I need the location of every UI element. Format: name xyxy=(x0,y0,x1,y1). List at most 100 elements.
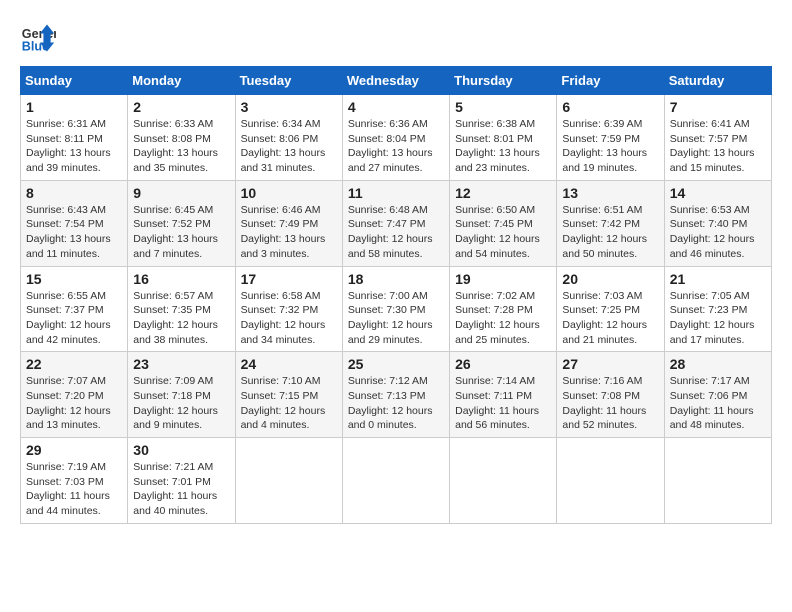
calendar-cell: 25 Sunrise: 7:12 AMSunset: 7:13 PMDaylig… xyxy=(342,352,449,438)
day-info: Sunrise: 6:51 AMSunset: 7:42 PMDaylight:… xyxy=(562,204,647,260)
calendar-cell: 17 Sunrise: 6:58 AMSunset: 7:32 PMDaylig… xyxy=(235,266,342,352)
calendar-cell xyxy=(557,438,664,524)
day-number: 23 xyxy=(133,356,229,372)
day-info: Sunrise: 6:57 AMSunset: 7:35 PMDaylight:… xyxy=(133,290,218,346)
calendar-cell: 29 Sunrise: 7:19 AMSunset: 7:03 PMDaylig… xyxy=(21,438,128,524)
week-row: 1 Sunrise: 6:31 AMSunset: 8:11 PMDayligh… xyxy=(21,95,772,181)
calendar-table: SundayMondayTuesdayWednesdayThursdayFrid… xyxy=(20,66,772,524)
calendar-cell: 11 Sunrise: 6:48 AMSunset: 7:47 PMDaylig… xyxy=(342,180,449,266)
day-info: Sunrise: 6:45 AMSunset: 7:52 PMDaylight:… xyxy=(133,204,218,260)
calendar-cell: 4 Sunrise: 6:36 AMSunset: 8:04 PMDayligh… xyxy=(342,95,449,181)
day-info: Sunrise: 6:50 AMSunset: 7:45 PMDaylight:… xyxy=(455,204,540,260)
day-info: Sunrise: 6:43 AMSunset: 7:54 PMDaylight:… xyxy=(26,204,111,260)
calendar-cell: 13 Sunrise: 6:51 AMSunset: 7:42 PMDaylig… xyxy=(557,180,664,266)
calendar-cell: 16 Sunrise: 6:57 AMSunset: 7:35 PMDaylig… xyxy=(128,266,235,352)
calendar-cell: 7 Sunrise: 6:41 AMSunset: 7:57 PMDayligh… xyxy=(664,95,771,181)
day-info: Sunrise: 7:00 AMSunset: 7:30 PMDaylight:… xyxy=(348,290,433,346)
calendar-cell: 2 Sunrise: 6:33 AMSunset: 8:08 PMDayligh… xyxy=(128,95,235,181)
day-number: 14 xyxy=(670,185,766,201)
day-info: Sunrise: 6:41 AMSunset: 7:57 PMDaylight:… xyxy=(670,118,755,174)
logo-icon: General Blue xyxy=(20,20,56,56)
day-info: Sunrise: 7:02 AMSunset: 7:28 PMDaylight:… xyxy=(455,290,540,346)
day-number: 1 xyxy=(26,99,122,115)
calendar-cell: 19 Sunrise: 7:02 AMSunset: 7:28 PMDaylig… xyxy=(450,266,557,352)
header-day-sunday: Sunday xyxy=(21,67,128,95)
day-info: Sunrise: 7:19 AMSunset: 7:03 PMDaylight:… xyxy=(26,461,110,517)
header-day-friday: Friday xyxy=(557,67,664,95)
day-number: 16 xyxy=(133,271,229,287)
day-number: 3 xyxy=(241,99,337,115)
day-number: 21 xyxy=(670,271,766,287)
day-number: 10 xyxy=(241,185,337,201)
calendar-cell xyxy=(342,438,449,524)
day-info: Sunrise: 6:58 AMSunset: 7:32 PMDaylight:… xyxy=(241,290,326,346)
day-number: 19 xyxy=(455,271,551,287)
calendar-cell: 20 Sunrise: 7:03 AMSunset: 7:25 PMDaylig… xyxy=(557,266,664,352)
calendar-cell: 22 Sunrise: 7:07 AMSunset: 7:20 PMDaylig… xyxy=(21,352,128,438)
day-number: 12 xyxy=(455,185,551,201)
day-info: Sunrise: 6:34 AMSunset: 8:06 PMDaylight:… xyxy=(241,118,326,174)
calendar-cell: 23 Sunrise: 7:09 AMSunset: 7:18 PMDaylig… xyxy=(128,352,235,438)
day-number: 30 xyxy=(133,442,229,458)
calendar-cell: 5 Sunrise: 6:38 AMSunset: 8:01 PMDayligh… xyxy=(450,95,557,181)
day-info: Sunrise: 7:07 AMSunset: 7:20 PMDaylight:… xyxy=(26,375,111,431)
day-number: 22 xyxy=(26,356,122,372)
header-row: SundayMondayTuesdayWednesdayThursdayFrid… xyxy=(21,67,772,95)
calendar-cell: 21 Sunrise: 7:05 AMSunset: 7:23 PMDaylig… xyxy=(664,266,771,352)
calendar-cell: 1 Sunrise: 6:31 AMSunset: 8:11 PMDayligh… xyxy=(21,95,128,181)
day-number: 20 xyxy=(562,271,658,287)
day-info: Sunrise: 7:03 AMSunset: 7:25 PMDaylight:… xyxy=(562,290,647,346)
day-info: Sunrise: 6:38 AMSunset: 8:01 PMDaylight:… xyxy=(455,118,540,174)
day-info: Sunrise: 7:05 AMSunset: 7:23 PMDaylight:… xyxy=(670,290,755,346)
day-number: 15 xyxy=(26,271,122,287)
day-number: 5 xyxy=(455,99,551,115)
week-row: 15 Sunrise: 6:55 AMSunset: 7:37 PMDaylig… xyxy=(21,266,772,352)
calendar-cell: 18 Sunrise: 7:00 AMSunset: 7:30 PMDaylig… xyxy=(342,266,449,352)
day-number: 18 xyxy=(348,271,444,287)
calendar-cell: 3 Sunrise: 6:34 AMSunset: 8:06 PMDayligh… xyxy=(235,95,342,181)
calendar-cell: 15 Sunrise: 6:55 AMSunset: 7:37 PMDaylig… xyxy=(21,266,128,352)
day-number: 28 xyxy=(670,356,766,372)
day-info: Sunrise: 7:16 AMSunset: 7:08 PMDaylight:… xyxy=(562,375,646,431)
header-day-monday: Monday xyxy=(128,67,235,95)
calendar-cell: 6 Sunrise: 6:39 AMSunset: 7:59 PMDayligh… xyxy=(557,95,664,181)
day-info: Sunrise: 6:46 AMSunset: 7:49 PMDaylight:… xyxy=(241,204,326,260)
day-info: Sunrise: 6:53 AMSunset: 7:40 PMDaylight:… xyxy=(670,204,755,260)
day-info: Sunrise: 7:17 AMSunset: 7:06 PMDaylight:… xyxy=(670,375,754,431)
day-info: Sunrise: 7:14 AMSunset: 7:11 PMDaylight:… xyxy=(455,375,539,431)
day-number: 8 xyxy=(26,185,122,201)
day-number: 11 xyxy=(348,185,444,201)
day-number: 4 xyxy=(348,99,444,115)
calendar-cell xyxy=(664,438,771,524)
week-row: 22 Sunrise: 7:07 AMSunset: 7:20 PMDaylig… xyxy=(21,352,772,438)
calendar-cell: 27 Sunrise: 7:16 AMSunset: 7:08 PMDaylig… xyxy=(557,352,664,438)
calendar-cell: 26 Sunrise: 7:14 AMSunset: 7:11 PMDaylig… xyxy=(450,352,557,438)
day-number: 26 xyxy=(455,356,551,372)
calendar-cell: 30 Sunrise: 7:21 AMSunset: 7:01 PMDaylig… xyxy=(128,438,235,524)
day-info: Sunrise: 6:48 AMSunset: 7:47 PMDaylight:… xyxy=(348,204,433,260)
day-info: Sunrise: 6:33 AMSunset: 8:08 PMDaylight:… xyxy=(133,118,218,174)
week-row: 29 Sunrise: 7:19 AMSunset: 7:03 PMDaylig… xyxy=(21,438,772,524)
header-day-thursday: Thursday xyxy=(450,67,557,95)
day-number: 24 xyxy=(241,356,337,372)
day-number: 9 xyxy=(133,185,229,201)
day-number: 25 xyxy=(348,356,444,372)
week-row: 8 Sunrise: 6:43 AMSunset: 7:54 PMDayligh… xyxy=(21,180,772,266)
day-info: Sunrise: 6:31 AMSunset: 8:11 PMDaylight:… xyxy=(26,118,111,174)
day-number: 17 xyxy=(241,271,337,287)
day-number: 7 xyxy=(670,99,766,115)
calendar-cell: 28 Sunrise: 7:17 AMSunset: 7:06 PMDaylig… xyxy=(664,352,771,438)
day-number: 27 xyxy=(562,356,658,372)
day-info: Sunrise: 7:21 AMSunset: 7:01 PMDaylight:… xyxy=(133,461,217,517)
day-info: Sunrise: 6:55 AMSunset: 7:37 PMDaylight:… xyxy=(26,290,111,346)
day-number: 2 xyxy=(133,99,229,115)
day-info: Sunrise: 7:09 AMSunset: 7:18 PMDaylight:… xyxy=(133,375,218,431)
calendar-cell xyxy=(450,438,557,524)
day-number: 6 xyxy=(562,99,658,115)
calendar-cell: 12 Sunrise: 6:50 AMSunset: 7:45 PMDaylig… xyxy=(450,180,557,266)
calendar-cell: 14 Sunrise: 6:53 AMSunset: 7:40 PMDaylig… xyxy=(664,180,771,266)
header-day-wednesday: Wednesday xyxy=(342,67,449,95)
page-header: General Blue xyxy=(20,20,772,56)
header-day-saturday: Saturday xyxy=(664,67,771,95)
logo: General Blue xyxy=(20,20,56,56)
